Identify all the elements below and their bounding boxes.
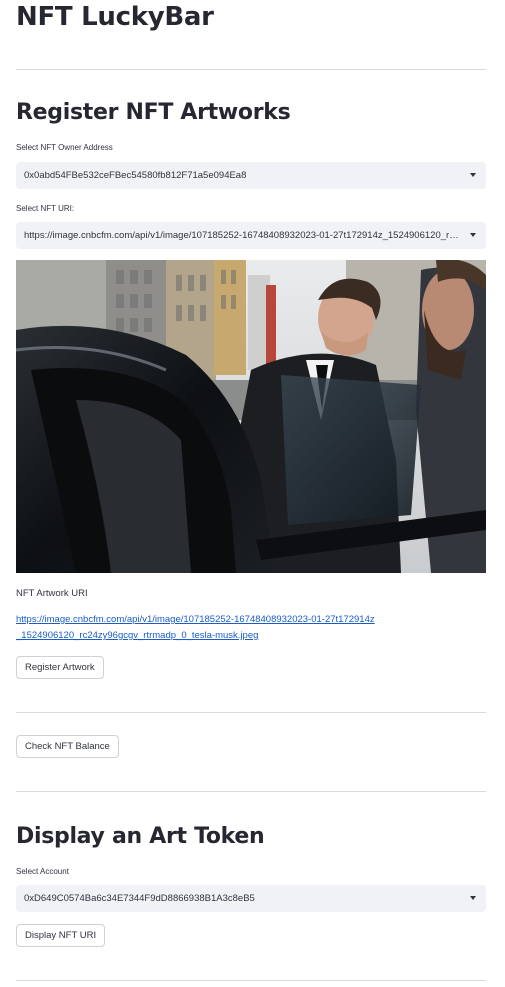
divider: [16, 980, 486, 981]
display-nft-uri-button[interactable]: Display NFT URI: [16, 924, 106, 947]
nft-artwork-uri-caption: NFT Artwork URI: [16, 588, 88, 599]
divider: [16, 791, 486, 792]
check-nft-balance-button[interactable]: Check NFT Balance: [16, 735, 119, 758]
display-heading: Display an Art Token: [16, 824, 265, 849]
chevron-down-icon: [470, 173, 476, 177]
divider: [16, 712, 486, 713]
nft-artwork-image: [16, 260, 486, 573]
account-label: Select Account: [16, 867, 69, 876]
chevron-down-icon: [470, 233, 476, 237]
owner-address-label: Select NFT Owner Address: [16, 143, 113, 152]
divider: [16, 69, 486, 70]
owner-address-select[interactable]: 0x0abd54FBe532ceFBec54580fb812F71a5e094E…: [16, 162, 486, 189]
register-artwork-button[interactable]: Register Artwork: [16, 656, 104, 679]
nft-artwork-uri-link[interactable]: https://image.cnbcfm.com/api/v1/image/10…: [16, 612, 376, 644]
register-heading: Register NFT Artworks: [16, 100, 291, 125]
account-value: 0xD649C0574Ba6c34E7344F9dD8866938B1A3c8e…: [24, 893, 255, 904]
nft-uri-value: https://image.cnbcfm.com/api/v1/image/10…: [24, 230, 462, 241]
chevron-down-icon: [470, 896, 476, 900]
nft-uri-select[interactable]: https://image.cnbcfm.com/api/v1/image/10…: [16, 222, 486, 249]
nft-uri-label: Select NFT URI:: [16, 204, 75, 213]
owner-address-value: 0x0abd54FBe532ceFBec54580fb812F71a5e094E…: [24, 170, 247, 181]
account-select[interactable]: 0xD649C0574Ba6c34E7344F9dD8866938B1A3c8e…: [16, 885, 486, 912]
app-title: NFT LuckyBar: [16, 2, 214, 32]
